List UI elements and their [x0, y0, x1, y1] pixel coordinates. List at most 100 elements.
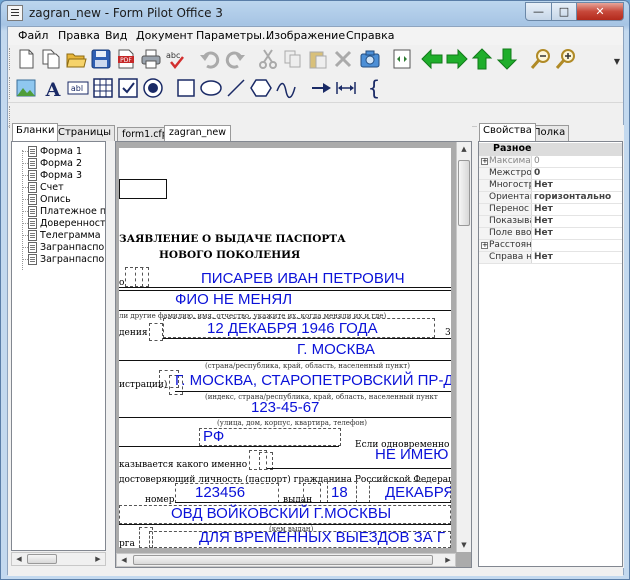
arrow-up-icon[interactable]	[470, 47, 494, 71]
field-street-phone[interactable]: 123-45-67	[251, 399, 319, 416]
spellcheck-icon[interactable]: abc	[164, 47, 188, 71]
minimize-button[interactable]: —	[525, 2, 552, 21]
field-passport-number[interactable]: 123456	[195, 484, 245, 501]
tree-item[interactable]: Загранпаспо	[22, 253, 104, 265]
field-full-name[interactable]: ПИСАРЕВ ИВАН ПЕТРОВИЧ	[201, 270, 405, 287]
property-row[interactable]: Перенос слНет	[479, 204, 622, 216]
menu-view[interactable]: Вид	[105, 29, 127, 42]
form-field[interactable]	[303, 483, 321, 503]
tree-item[interactable]: Доверенност	[22, 217, 105, 229]
pdf-icon[interactable]: PDF	[114, 47, 138, 71]
expand-icon[interactable]: +	[481, 158, 488, 165]
property-row[interactable]: Ориентацигоризонтально	[479, 192, 622, 204]
forms-horizontal-scrollbar[interactable]: ◀ ▶	[11, 552, 106, 566]
redo-icon[interactable]	[223, 47, 247, 71]
zoom-out-icon[interactable]	[529, 47, 553, 71]
form-page[interactable]: ЗАЯВЛЕНИЕ О ВЫДАЧЕ ПАСПОРТА НОВОГО ПОКОЛ…	[119, 148, 451, 548]
scroll-right-icon[interactable]: ▶	[441, 554, 455, 566]
form-box[interactable]	[119, 179, 167, 199]
tab-forms[interactable]: Бланки	[12, 123, 59, 141]
property-value[interactable]: 0	[532, 156, 540, 167]
title-bar[interactable]: zagran_new - Form Pilot Office 3 — □ ✕	[1, 1, 629, 25]
brace-tool-icon[interactable]: {	[362, 76, 386, 100]
property-row[interactable]: Поле вводНет	[479, 228, 622, 240]
image-tool-icon[interactable]	[14, 76, 38, 100]
close-button[interactable]: ✕	[576, 2, 624, 21]
property-value[interactable]: Нет	[532, 216, 553, 227]
scroll-left-icon[interactable]: ◀	[12, 553, 26, 565]
save-icon[interactable]	[89, 47, 113, 71]
tree-item[interactable]: Платежное по	[22, 205, 105, 217]
scroll-down-icon[interactable]: ▼	[457, 538, 471, 552]
property-row[interactable]: Справа наНет	[479, 252, 622, 264]
field-issue-day[interactable]: 18	[331, 484, 348, 501]
zoom-in-icon[interactable]	[554, 47, 578, 71]
new-document-icon[interactable]	[14, 47, 38, 71]
property-row[interactable]: ПоказыватНет	[479, 216, 622, 228]
property-row[interactable]: МногостроНет	[479, 180, 622, 192]
scrollbar-thumb[interactable]	[458, 160, 470, 226]
field-name-change[interactable]: ФИО НЕ МЕНЯЛ	[175, 291, 292, 308]
dimension-tool-icon[interactable]	[334, 76, 358, 100]
scroll-up-icon[interactable]: ▲	[457, 142, 471, 156]
tree-item[interactable]: Форма 3	[22, 169, 82, 181]
arrow-down-icon[interactable]	[495, 47, 519, 71]
property-value[interactable]: 0	[532, 168, 540, 179]
rectangle-tool-icon[interactable]	[174, 76, 198, 100]
polygon-tool-icon[interactable]	[249, 76, 273, 100]
field-purpose[interactable]: ДЛЯ ВРЕМЕННЫХ ВЫЕЗДОВ ЗА Г	[199, 529, 445, 546]
property-category[interactable]: Разное	[479, 143, 622, 156]
document-canvas[interactable]: ЗАЯВЛЕНИЕ О ВЫДАЧЕ ПАСПОРТА НОВОГО ПОКОЛ…	[115, 141, 472, 568]
open-folder-icon[interactable]	[64, 47, 88, 71]
text-tool-icon[interactable]: A	[41, 76, 65, 100]
grid-tool-icon[interactable]	[91, 76, 115, 100]
property-value[interactable]: горизонтально	[532, 192, 611, 203]
field-birth-place[interactable]: Г. МОСКВА	[297, 341, 375, 358]
property-row[interactable]: Межстрочн0	[479, 168, 622, 180]
tree-item[interactable]: Форма 1	[22, 145, 82, 157]
text-field-tool-icon[interactable]: abl	[66, 76, 90, 100]
scan-camera-icon[interactable]	[358, 47, 382, 71]
tree-item[interactable]: Телеграмма	[22, 229, 101, 241]
field-issue-month[interactable]: ДЕКАБРЯ	[385, 484, 451, 501]
form-field[interactable]	[135, 267, 149, 287]
menu-help[interactable]: Справка	[346, 29, 394, 42]
line-tool-icon[interactable]	[224, 76, 248, 100]
checkbox-tool-icon[interactable]	[116, 76, 140, 100]
document-horizontal-scrollbar[interactable]: ◀ ▶	[116, 553, 456, 567]
radio-tool-icon[interactable]	[141, 76, 165, 100]
tab-properties[interactable]: Свойства	[479, 123, 536, 141]
delete-icon[interactable]	[331, 47, 355, 71]
field-address[interactable]: Г. МОСКВА, СТАРОПЕТРОВСКИЙ ПР-Д	[175, 372, 451, 389]
tab-pages[interactable]: Страницы	[54, 125, 116, 141]
tree-item[interactable]: Форма 2	[22, 157, 82, 169]
menu-parameters[interactable]: Параметры...	[196, 29, 272, 42]
toolbar-grip[interactable]	[9, 77, 12, 99]
tree-item[interactable]: Счет	[22, 181, 64, 193]
paste-icon[interactable]	[306, 47, 330, 71]
expand-icon[interactable]: +	[481, 242, 488, 249]
field-citizenship[interactable]: РФ	[203, 428, 224, 445]
property-value[interactable]: Нет	[532, 180, 553, 191]
toolbar-overflow-icon[interactable]: ▼	[614, 57, 620, 66]
document-vertical-scrollbar[interactable]: ▲ ▼	[456, 142, 471, 552]
app-icon[interactable]	[7, 5, 23, 21]
ellipse-tool-icon[interactable]	[199, 76, 223, 100]
field-birth-date[interactable]: 12 ДЕКАБРЯ 1946 ГОДА	[207, 320, 378, 337]
arrow-tool-icon[interactable]	[309, 76, 333, 100]
copy-icon[interactable]	[281, 47, 305, 71]
arrow-left-icon[interactable]	[420, 47, 444, 71]
toolbar-grip[interactable]	[9, 48, 12, 70]
curve-tool-icon[interactable]	[274, 76, 298, 100]
field-other-citizenship[interactable]: НЕ ИМЕЮ	[375, 446, 448, 463]
scrollbar-thumb[interactable]	[27, 554, 57, 564]
scroll-left-icon[interactable]: ◀	[117, 554, 131, 566]
scrollbar-thumb[interactable]	[133, 555, 433, 565]
undo-icon[interactable]	[198, 47, 222, 71]
tree-item[interactable]: Загранпаспо	[22, 241, 104, 253]
arrow-right-icon[interactable]	[445, 47, 469, 71]
property-value[interactable]: Нет	[532, 228, 553, 239]
fit-page-icon[interactable]	[390, 47, 414, 71]
property-value[interactable]: Нет	[532, 204, 553, 215]
menu-document[interactable]: Документ	[136, 29, 193, 42]
